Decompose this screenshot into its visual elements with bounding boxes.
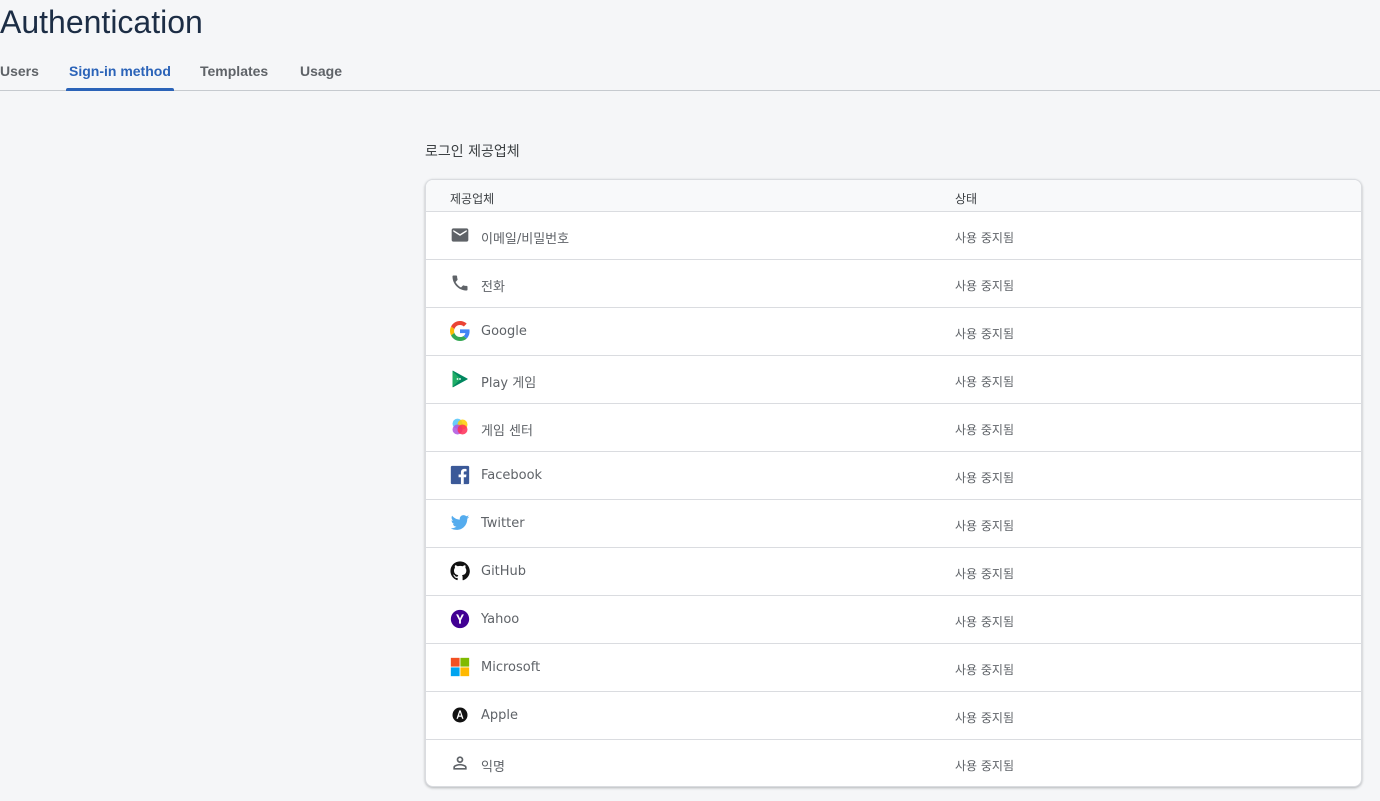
provider-status: 사용 중지됨 [955, 231, 1015, 245]
yahoo-icon [450, 609, 470, 629]
column-header-status: 상태 [955, 192, 978, 206]
provider-row-email[interactable]: 이메일/비밀번호 사용 중지됨 [426, 212, 1361, 260]
provider-status: 사용 중지됨 [955, 423, 1015, 437]
phone-icon [450, 273, 470, 293]
google-icon [450, 321, 470, 341]
facebook-icon [450, 465, 470, 485]
provider-row-anonymous[interactable]: 익명 사용 중지됨 [426, 740, 1361, 786]
provider-name: Microsoft [481, 660, 541, 675]
provider-name: 익명 [481, 760, 505, 775]
provider-row-microsoft[interactable]: Microsoft 사용 중지됨 [426, 644, 1361, 692]
provider-name: GitHub [481, 564, 527, 579]
apple-icon [450, 705, 470, 725]
provider-name: Facebook [481, 468, 543, 483]
provider-row-phone[interactable]: 전화 사용 중지됨 [426, 260, 1361, 308]
tab-sign-in-method[interactable]: Sign-in method [66, 56, 174, 91]
provider-row-game-center[interactable]: 게임 센터 사용 중지됨 [426, 404, 1361, 452]
provider-name: Yahoo [481, 612, 520, 627]
provider-name: 전화 [481, 280, 505, 295]
email-icon [450, 225, 470, 245]
tab-templates[interactable]: Templates [200, 56, 268, 91]
provider-name: Google [481, 324, 527, 339]
provider-status: 사용 중지됨 [955, 375, 1015, 389]
column-header-provider: 제공업체 [450, 192, 495, 206]
provider-row-google[interactable]: Google 사용 중지됨 [426, 308, 1361, 356]
tab-usage[interactable]: Usage [300, 56, 342, 91]
github-icon [450, 561, 470, 581]
page-title: Authentication [0, 4, 203, 40]
game-center-icon [450, 417, 470, 437]
provider-name: Apple [481, 708, 519, 723]
provider-status: 사용 중지됨 [955, 567, 1015, 581]
provider-status: 사용 중지됨 [955, 471, 1015, 485]
provider-status: 사용 중지됨 [955, 279, 1015, 293]
provider-name: 이메일/비밀번호 [481, 232, 570, 247]
provider-name: 게임 센터 [481, 424, 533, 439]
provider-row-github[interactable]: GitHub 사용 중지됨 [426, 548, 1361, 596]
providers-table: 제공업체 상태 이메일/비밀번호 사용 중지됨 전화 사용 중지됨 Google… [425, 179, 1362, 787]
provider-row-yahoo[interactable]: Yahoo 사용 중지됨 [426, 596, 1361, 644]
provider-row-twitter[interactable]: Twitter 사용 중지됨 [426, 500, 1361, 548]
provider-name: Play 게임 [481, 376, 537, 391]
provider-status: 사용 중지됨 [955, 663, 1015, 677]
provider-row-apple[interactable]: Apple 사용 중지됨 [426, 692, 1361, 740]
table-header: 제공업체 상태 [426, 180, 1361, 212]
anonymous-icon [450, 753, 470, 773]
provider-row-play-games[interactable]: Play 게임 사용 중지됨 [426, 356, 1361, 404]
provider-status: 사용 중지됨 [955, 759, 1015, 773]
play-games-icon [450, 369, 470, 389]
provider-row-facebook[interactable]: Facebook 사용 중지됨 [426, 452, 1361, 500]
microsoft-icon [450, 657, 470, 677]
provider-status: 사용 중지됨 [955, 711, 1015, 725]
twitter-icon [450, 513, 470, 533]
provider-name: Twitter [481, 516, 525, 531]
provider-status: 사용 중지됨 [955, 615, 1015, 629]
tab-bar: Users Sign-in method Templates Usage [0, 56, 1380, 91]
provider-status: 사용 중지됨 [955, 519, 1015, 533]
tab-users[interactable]: Users [0, 56, 39, 91]
provider-status: 사용 중지됨 [955, 327, 1015, 341]
section-label: 로그인 제공업체 [425, 144, 520, 160]
